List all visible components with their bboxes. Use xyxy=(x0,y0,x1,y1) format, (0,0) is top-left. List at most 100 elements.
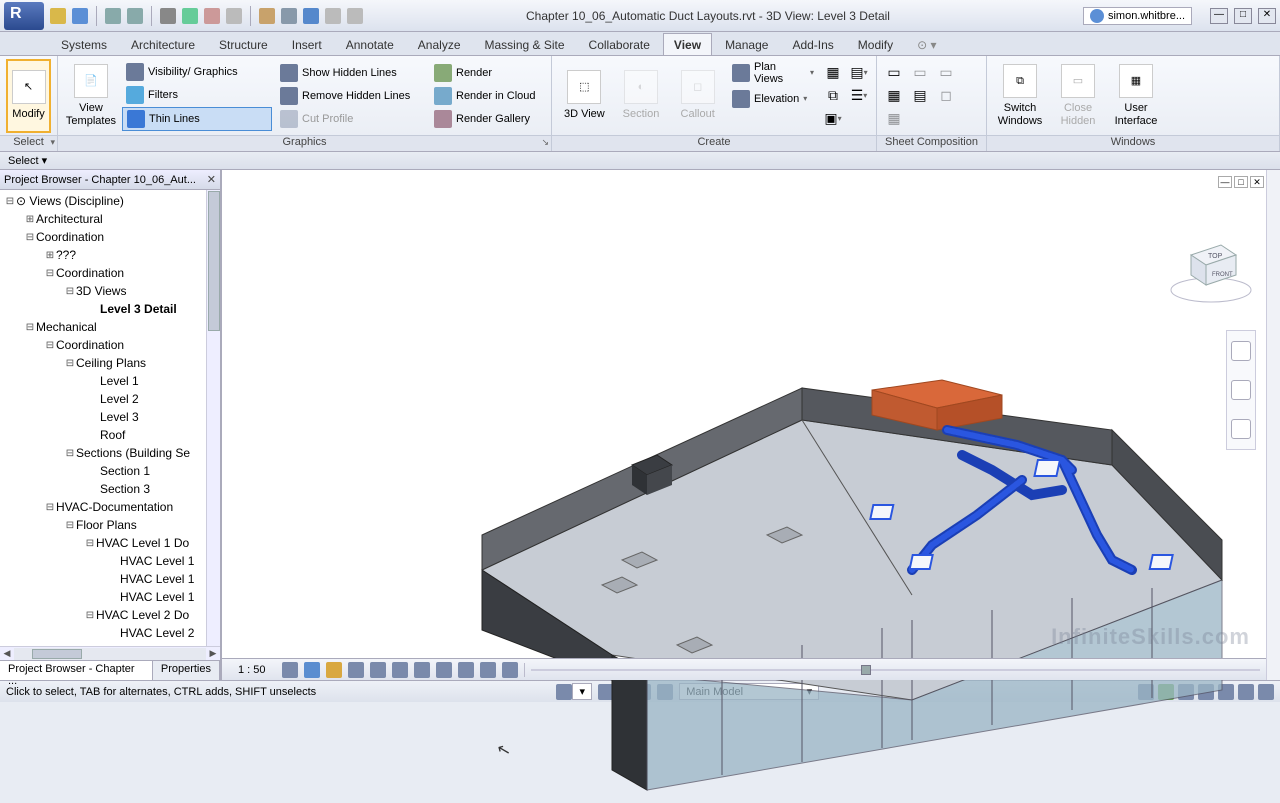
text-icon[interactable] xyxy=(226,8,242,24)
tree-root[interactable]: Views (Discipline) xyxy=(29,194,123,208)
tab-structure[interactable]: Structure xyxy=(208,33,279,55)
tree-architectural[interactable]: Architectural xyxy=(36,212,103,226)
sync-icon[interactable] xyxy=(182,8,198,24)
analytical-icon[interactable] xyxy=(502,662,518,678)
project-browser-tab[interactable]: Project Browser - Chapter ... xyxy=(0,661,153,680)
view-scale[interactable]: 1 : 50 xyxy=(228,664,276,676)
matchline-icon[interactable]: ▤ xyxy=(909,85,931,107)
switch-windows-button[interactable]: ⧉ Switch Windows xyxy=(993,59,1047,133)
tree-h-scrollbar[interactable]: ◀▶ xyxy=(0,646,220,660)
project-browser-tree[interactable]: ⊟⊙ Views (Discipline) ⊞Architectural ⊟Co… xyxy=(0,190,220,646)
crop-region-icon[interactable] xyxy=(414,662,430,678)
properties-tab[interactable]: Properties xyxy=(153,661,220,680)
tree-scrollbar[interactable] xyxy=(206,190,220,646)
render-gallery-button[interactable]: Render Gallery xyxy=(430,108,540,130)
remove-hidden-lines-button[interactable]: Remove Hidden Lines xyxy=(276,85,426,107)
switch-qat-icon[interactable] xyxy=(347,8,363,24)
tree-hvac-l2[interactable]: HVAC Level 2 xyxy=(120,626,194,640)
tree-sections[interactable]: Sections (Building Se xyxy=(76,446,190,460)
tree-section3[interactable]: Section 3 xyxy=(100,482,150,496)
viewport-minimize-icon[interactable]: — xyxy=(1218,176,1232,188)
tab-manage[interactable]: Manage xyxy=(714,33,779,55)
crop-view-icon[interactable] xyxy=(392,662,408,678)
project-browser-close-icon[interactable]: ✕ xyxy=(207,173,216,186)
schedules-icon[interactable]: ☰ xyxy=(848,85,870,107)
viewport-scrollbar[interactable] xyxy=(1266,170,1280,680)
visibility-graphics-button[interactable]: Visibility/ Graphics xyxy=(122,61,272,83)
measure-icon[interactable] xyxy=(204,8,220,24)
thin-lines-button[interactable]: Thin Lines xyxy=(122,107,272,131)
app-logo[interactable] xyxy=(4,2,44,30)
tree-coordination-sub[interactable]: Coordination xyxy=(56,266,124,280)
tree-unknown[interactable]: ??? xyxy=(56,248,76,262)
tree-section1[interactable]: Section 1 xyxy=(100,464,150,478)
detail-level-icon[interactable] xyxy=(282,662,298,678)
save-icon[interactable] xyxy=(72,8,88,24)
scope-box-icon[interactable]: ▣ xyxy=(822,108,844,130)
drafting-view-icon[interactable]: ▦ xyxy=(822,62,844,84)
shadows-icon[interactable] xyxy=(348,662,364,678)
tree-hvac-l1-c[interactable]: HVAC Level 1 xyxy=(120,590,194,604)
home-icon[interactable] xyxy=(259,8,275,24)
tab-architecture[interactable]: Architecture xyxy=(120,33,206,55)
minimize-button[interactable]: — xyxy=(1210,8,1228,24)
tab-insert[interactable]: Insert xyxy=(281,33,333,55)
tree-mech-coordination[interactable]: Coordination xyxy=(56,338,124,352)
view-templates-button[interactable]: 📄 View Templates xyxy=(64,59,118,133)
close-hidden-button[interactable]: ▭ Close Hidden xyxy=(1051,59,1105,133)
tab-addins[interactable]: Add-Ins xyxy=(781,33,844,55)
close-button[interactable]: ✕ xyxy=(1258,8,1276,24)
guide-grid-icon[interactable]: ▦ xyxy=(883,85,905,107)
tree-coordination[interactable]: Coordination xyxy=(36,230,104,244)
legends-icon[interactable]: ▤ xyxy=(848,62,870,84)
drag-elements-icon[interactable] xyxy=(1238,684,1254,700)
render-button[interactable]: Render xyxy=(430,62,540,84)
user-interface-button[interactable]: ▦ User Interface xyxy=(1109,59,1163,133)
show-hidden-lines-button[interactable]: Show Hidden Lines xyxy=(276,62,426,84)
duplicate-view-icon[interactable]: ⧉ xyxy=(822,85,844,107)
steering-full-icon[interactable] xyxy=(1231,341,1251,361)
elevation-button[interactable]: Elevation xyxy=(728,88,818,110)
tree-ceiling-plans[interactable]: Ceiling Plans xyxy=(76,356,146,370)
sun-path-icon[interactable] xyxy=(326,662,342,678)
tab-modify[interactable]: Modify xyxy=(847,33,904,55)
tree-roof[interactable]: Roof xyxy=(100,428,125,442)
tab-view[interactable]: View xyxy=(663,33,712,55)
redo-icon[interactable] xyxy=(127,8,143,24)
tree-level3[interactable]: Level 3 xyxy=(100,410,139,424)
steering-zoom-icon[interactable] xyxy=(1231,380,1251,400)
tree-3d-views[interactable]: 3D Views xyxy=(76,284,126,298)
plan-views-button[interactable]: Plan Views xyxy=(728,59,818,87)
3d-view-button[interactable]: ⬚ 3D View xyxy=(558,59,611,133)
tab-systems[interactable]: Systems xyxy=(50,33,118,55)
modify-button[interactable]: ↖ Modify xyxy=(6,59,51,133)
viewport-h-scrollbar[interactable] xyxy=(531,663,1260,677)
tab-analyze[interactable]: Analyze xyxy=(407,33,472,55)
tree-mechanical[interactable]: Mechanical xyxy=(36,320,97,334)
3d-viewport[interactable]: — □ ✕ TOP FRONT xyxy=(221,170,1280,680)
default3d-icon[interactable] xyxy=(281,8,297,24)
print-icon[interactable] xyxy=(160,8,176,24)
tree-level3-detail[interactable]: Level 3 Detail xyxy=(100,302,177,316)
thin-lines-qat-icon[interactable] xyxy=(303,8,319,24)
tree-hvac-l1-do[interactable]: HVAC Level 1 Do xyxy=(96,536,189,550)
visual-style-icon[interactable] xyxy=(304,662,320,678)
viewport-close-icon[interactable]: ✕ xyxy=(1250,176,1264,188)
maximize-button[interactable]: □ xyxy=(1234,8,1252,24)
tab-massing[interactable]: Massing & Site xyxy=(474,33,576,55)
tree-level2[interactable]: Level 2 xyxy=(100,392,139,406)
tree-hvac-l1-a[interactable]: HVAC Level 1 xyxy=(120,554,194,568)
steering-pan-icon[interactable] xyxy=(1231,419,1251,439)
panel-expand-select[interactable]: ▾ xyxy=(50,137,55,148)
tree-hvac-l1-b[interactable]: HVAC Level 1 xyxy=(120,572,194,586)
tab-annotate[interactable]: Annotate xyxy=(335,33,405,55)
lock-3d-icon[interactable] xyxy=(436,662,452,678)
reveal-hidden-icon[interactable] xyxy=(480,662,496,678)
rendering-dialog-icon[interactable] xyxy=(370,662,386,678)
tree-floor-plans[interactable]: Floor Plans xyxy=(76,518,137,532)
filters-button[interactable]: Filters xyxy=(122,84,272,106)
user-account-button[interactable]: simon.whitbre... xyxy=(1083,7,1192,25)
view-cube[interactable]: TOP FRONT xyxy=(1166,220,1256,310)
viewport-maximize-icon[interactable]: □ xyxy=(1234,176,1248,188)
background-processes-icon[interactable] xyxy=(1258,684,1274,700)
